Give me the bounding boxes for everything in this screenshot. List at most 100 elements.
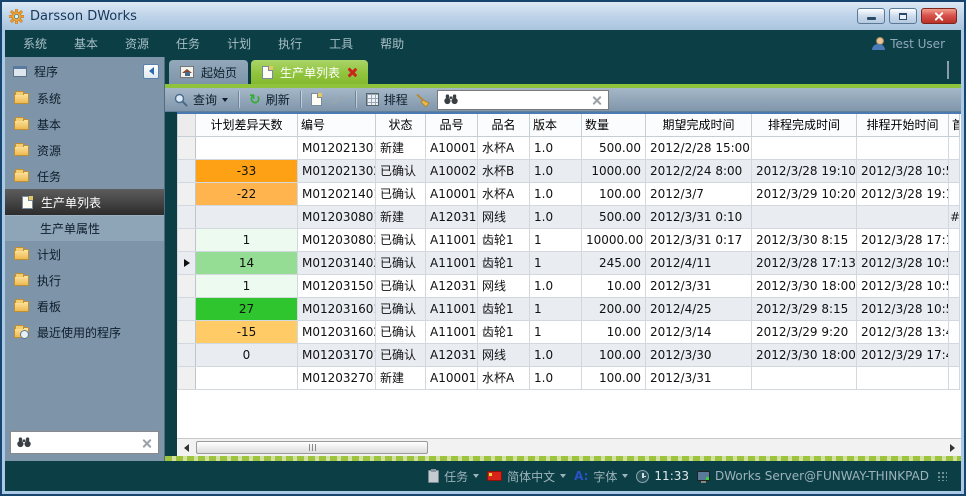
diff-days-cell[interactable]: 1 (196, 228, 298, 251)
id-cell[interactable]: M012031602 (298, 320, 376, 343)
sched-start-cell[interactable] (857, 366, 949, 389)
status-cell[interactable]: 已确认 (376, 320, 426, 343)
item-name-cell[interactable]: 水杯A (478, 366, 530, 389)
table-row[interactable]: 1M012031501已确认A12031网线1.010.002012/3/312… (178, 274, 960, 297)
grid-header-col-0[interactable]: 计划差异天数 (196, 114, 298, 136)
status-task-dropdown[interactable]: 任务 (428, 468, 479, 485)
grid-header-col-3[interactable]: 品号 (426, 114, 478, 136)
item-no-cell[interactable]: A12031 (426, 274, 478, 297)
horizontal-scrollbar[interactable] (177, 438, 961, 456)
schedule-button[interactable]: 排程 (366, 91, 408, 108)
scrollbar-thumb[interactable] (196, 441, 428, 454)
qty-cell[interactable]: 10.00 (582, 320, 646, 343)
item-no-cell[interactable]: A11001 (426, 297, 478, 320)
version-cell[interactable]: 1 (530, 297, 582, 320)
extra-cell[interactable] (949, 228, 960, 251)
grid-header-col-1[interactable]: 编号 (298, 114, 376, 136)
item-name-cell[interactable]: 网线 (478, 274, 530, 297)
item-no-cell[interactable]: A12031 (426, 205, 478, 228)
status-cell[interactable]: 新建 (376, 366, 426, 389)
due-cell[interactable]: 2012/3/31 0:10 (646, 205, 752, 228)
table-row[interactable]: 0M012031701已确认A12031网线1.0100.002012/3/30… (178, 343, 960, 366)
diff-days-cell[interactable]: 14 (196, 251, 298, 274)
due-cell[interactable]: 2012/4/11 (646, 251, 752, 274)
table-row[interactable]: 27M012031601已确认A11001齿轮11200.002012/4/25… (178, 297, 960, 320)
status-cell[interactable]: 已确认 (376, 159, 426, 182)
extra-cell[interactable] (949, 159, 960, 182)
sidebar-item-4[interactable]: 生产单列表 (5, 189, 164, 215)
version-cell[interactable]: 1 (530, 320, 582, 343)
status-cell[interactable]: 新建 (376, 136, 426, 159)
grid-header-col-8[interactable]: 排程完成时间 (752, 114, 857, 136)
table-row[interactable]: -33M012021302已确认A10002水杯B1.01000.002012/… (178, 159, 960, 182)
status-language-dropdown[interactable]: 简体中文 (487, 468, 566, 485)
diff-days-cell[interactable] (196, 366, 298, 389)
row-selector-cell[interactable] (178, 205, 196, 228)
qty-cell[interactable]: 500.00 (582, 136, 646, 159)
diff-days-cell[interactable]: -15 (196, 320, 298, 343)
qty-cell[interactable]: 500.00 (582, 205, 646, 228)
maximize-button[interactable] (889, 8, 917, 24)
id-cell[interactable]: M012031601 (298, 297, 376, 320)
version-cell[interactable]: 1.0 (530, 182, 582, 205)
qty-cell[interactable]: 10.00 (582, 274, 646, 297)
grid-header-col-6[interactable]: 数量 (582, 114, 646, 136)
status-cell[interactable]: 已确认 (376, 343, 426, 366)
version-cell[interactable]: 1.0 (530, 136, 582, 159)
edit-button[interactable] (329, 93, 345, 107)
qty-cell[interactable]: 100.00 (582, 366, 646, 389)
row-selector-cell[interactable] (178, 366, 196, 389)
due-cell[interactable]: 2012/3/31 0:17 (646, 228, 752, 251)
row-selector-cell[interactable] (178, 251, 196, 274)
sched-start-cell[interactable]: 2012/3/28 17:13 (857, 228, 949, 251)
row-selector-cell[interactable] (178, 297, 196, 320)
id-cell[interactable]: M012021302 (298, 159, 376, 182)
grid-header-col-9[interactable]: 排程开始时间 (857, 114, 949, 136)
sched-start-cell[interactable] (857, 136, 949, 159)
id-cell[interactable]: M012031501 (298, 274, 376, 297)
table-row[interactable]: 14M012031402已确认A11001齿轮11245.002012/4/11… (178, 251, 960, 274)
diff-days-cell[interactable] (196, 205, 298, 228)
sidebar-collapse-button[interactable] (143, 64, 159, 79)
sched-end-cell[interactable]: 2012/3/30 8:15 (752, 228, 857, 251)
sched-start-cell[interactable]: 2012/3/28 10:52 (857, 274, 949, 297)
diff-days-cell[interactable]: 0 (196, 343, 298, 366)
item-no-cell[interactable]: A12031 (426, 343, 478, 366)
extra-cell[interactable] (949, 320, 960, 343)
item-name-cell[interactable]: 水杯A (478, 182, 530, 205)
table-row[interactable]: M012021301新建A10001水杯A1.0500.002012/2/28 … (178, 136, 960, 159)
sched-end-cell[interactable] (752, 136, 857, 159)
item-name-cell[interactable]: 网线 (478, 205, 530, 228)
version-cell[interactable]: 1 (530, 228, 582, 251)
user-badge[interactable]: Test User (872, 37, 945, 51)
table-row[interactable]: -22M012021401已确认A10001水杯A1.0100.002012/3… (178, 182, 960, 205)
version-cell[interactable]: 1.0 (530, 205, 582, 228)
sched-start-cell[interactable]: 2012/3/28 13:40 (857, 320, 949, 343)
sched-end-cell[interactable]: 2012/3/29 9:20 (752, 320, 857, 343)
tab-overflow-button[interactable] (947, 64, 949, 78)
version-cell[interactable]: 1 (530, 251, 582, 274)
item-no-cell[interactable]: A10002 (426, 159, 478, 182)
qty-cell[interactable]: 100.00 (582, 182, 646, 205)
qty-cell[interactable]: 245.00 (582, 251, 646, 274)
row-selector-cell[interactable] (178, 159, 196, 182)
qty-cell[interactable]: 10000.00 (582, 228, 646, 251)
id-cell[interactable]: M012030801 (298, 205, 376, 228)
item-no-cell[interactable]: A11001 (426, 228, 478, 251)
extra-cell[interactable] (949, 343, 960, 366)
table-row[interactable]: 1M012030802已确认A11001齿轮1110000.002012/3/3… (178, 228, 960, 251)
sidebar-item-2[interactable]: 资源 (5, 137, 164, 163)
sidebar-item-0[interactable]: 系统 (5, 85, 164, 111)
sched-end-cell[interactable]: 2012/3/28 17:13 (752, 251, 857, 274)
status-font-dropdown[interactable]: A: 字体 (574, 468, 628, 485)
extra-cell[interactable] (949, 251, 960, 274)
sched-start-cell[interactable]: 2012/3/28 10:52 (857, 297, 949, 320)
close-button[interactable] (921, 8, 957, 24)
item-name-cell[interactable]: 水杯B (478, 159, 530, 182)
sched-start-cell[interactable] (857, 205, 949, 228)
item-name-cell[interactable]: 网线 (478, 343, 530, 366)
item-name-cell[interactable]: 齿轮1 (478, 251, 530, 274)
sidebar-item-8[interactable]: 看板 (5, 293, 164, 319)
sched-end-cell[interactable]: 2012/3/29 8:15 (752, 297, 857, 320)
resize-grip[interactable] (937, 471, 947, 481)
